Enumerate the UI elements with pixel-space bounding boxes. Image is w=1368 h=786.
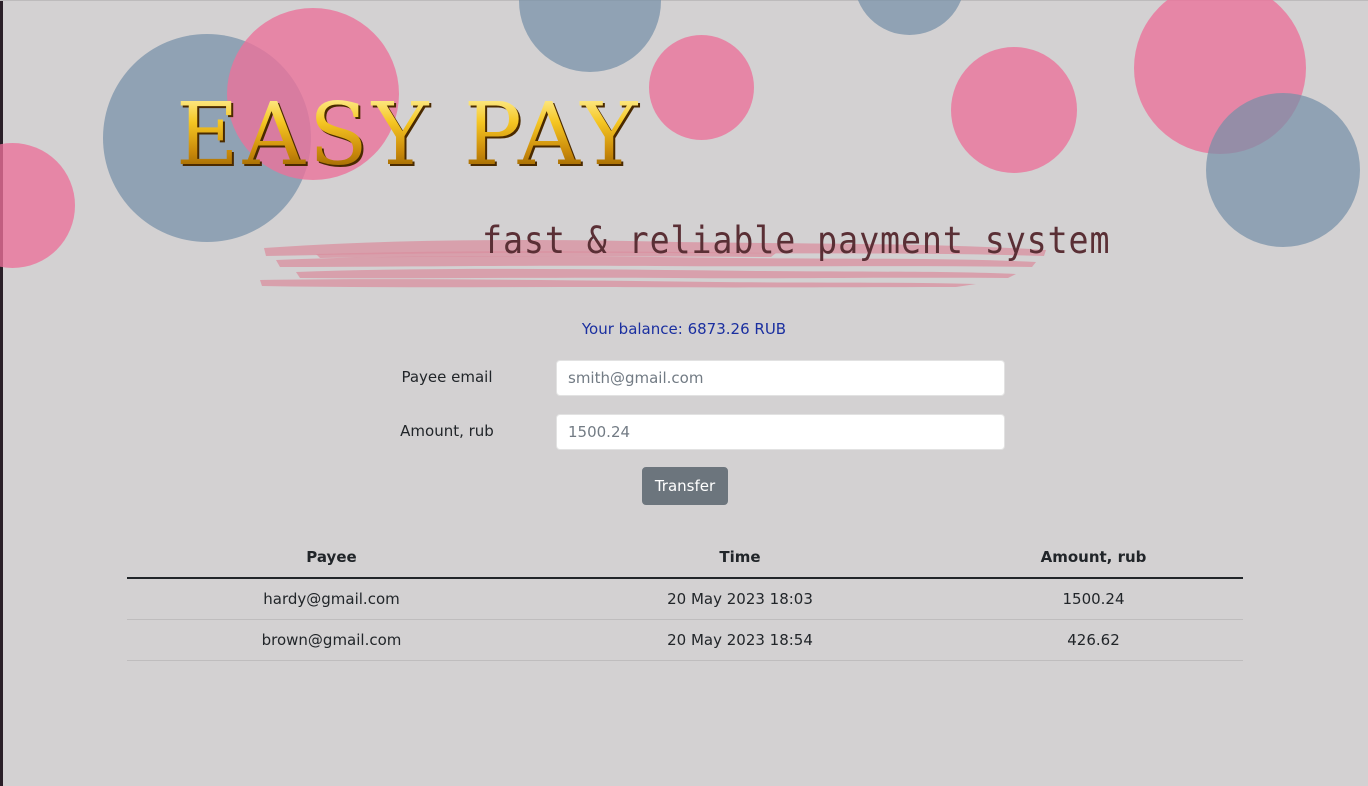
- payee-email-field[interactable]: [556, 360, 1005, 396]
- transfer-history-table: Payee Time Amount, rub hardy@gmail.com 2…: [127, 536, 1243, 661]
- table-row: brown@gmail.com 20 May 2023 18:54 426.62: [127, 619, 1243, 661]
- cell-payee: hardy@gmail.com: [127, 578, 536, 620]
- transfer-button[interactable]: Transfer: [642, 467, 728, 505]
- column-header-payee: Payee: [127, 536, 536, 579]
- amount-field[interactable]: [556, 414, 1005, 450]
- bubble-blue: [854, 0, 965, 35]
- window-top-edge: [0, 0, 1368, 1]
- cell-time: 20 May 2023 18:54: [536, 619, 944, 661]
- cell-time: 20 May 2023 18:03: [536, 578, 944, 620]
- balance-display: Your balance: 6873.26 RUB: [0, 320, 1368, 338]
- bubble-pink: [951, 47, 1077, 173]
- cell-payee: brown@gmail.com: [127, 619, 536, 661]
- bubble-blue: [519, 0, 661, 72]
- amount-label: Amount, rub: [400, 422, 494, 440]
- bubble-blue: [1206, 93, 1360, 247]
- balance-currency: RUB: [754, 320, 787, 338]
- balance-amount: 6873.26: [687, 320, 750, 338]
- balance-label: Your balance:: [581, 320, 683, 338]
- app-logo: EASY PAY: [176, 85, 642, 185]
- payee-email-label: Payee email: [401, 368, 493, 386]
- table-header-row: Payee Time Amount, rub: [127, 536, 1243, 579]
- table-row: hardy@gmail.com 20 May 2023 18:03 1500.2…: [127, 578, 1243, 620]
- cell-amount: 1500.24: [944, 578, 1243, 620]
- bubble-pink: [649, 35, 754, 140]
- bubble-pink: [0, 143, 75, 268]
- column-header-amount: Amount, rub: [944, 536, 1243, 579]
- window-left-edge: [0, 0, 3, 786]
- column-header-time: Time: [536, 536, 944, 579]
- tagline: fast & reliable payment system: [482, 219, 1111, 262]
- cell-amount: 426.62: [944, 619, 1243, 661]
